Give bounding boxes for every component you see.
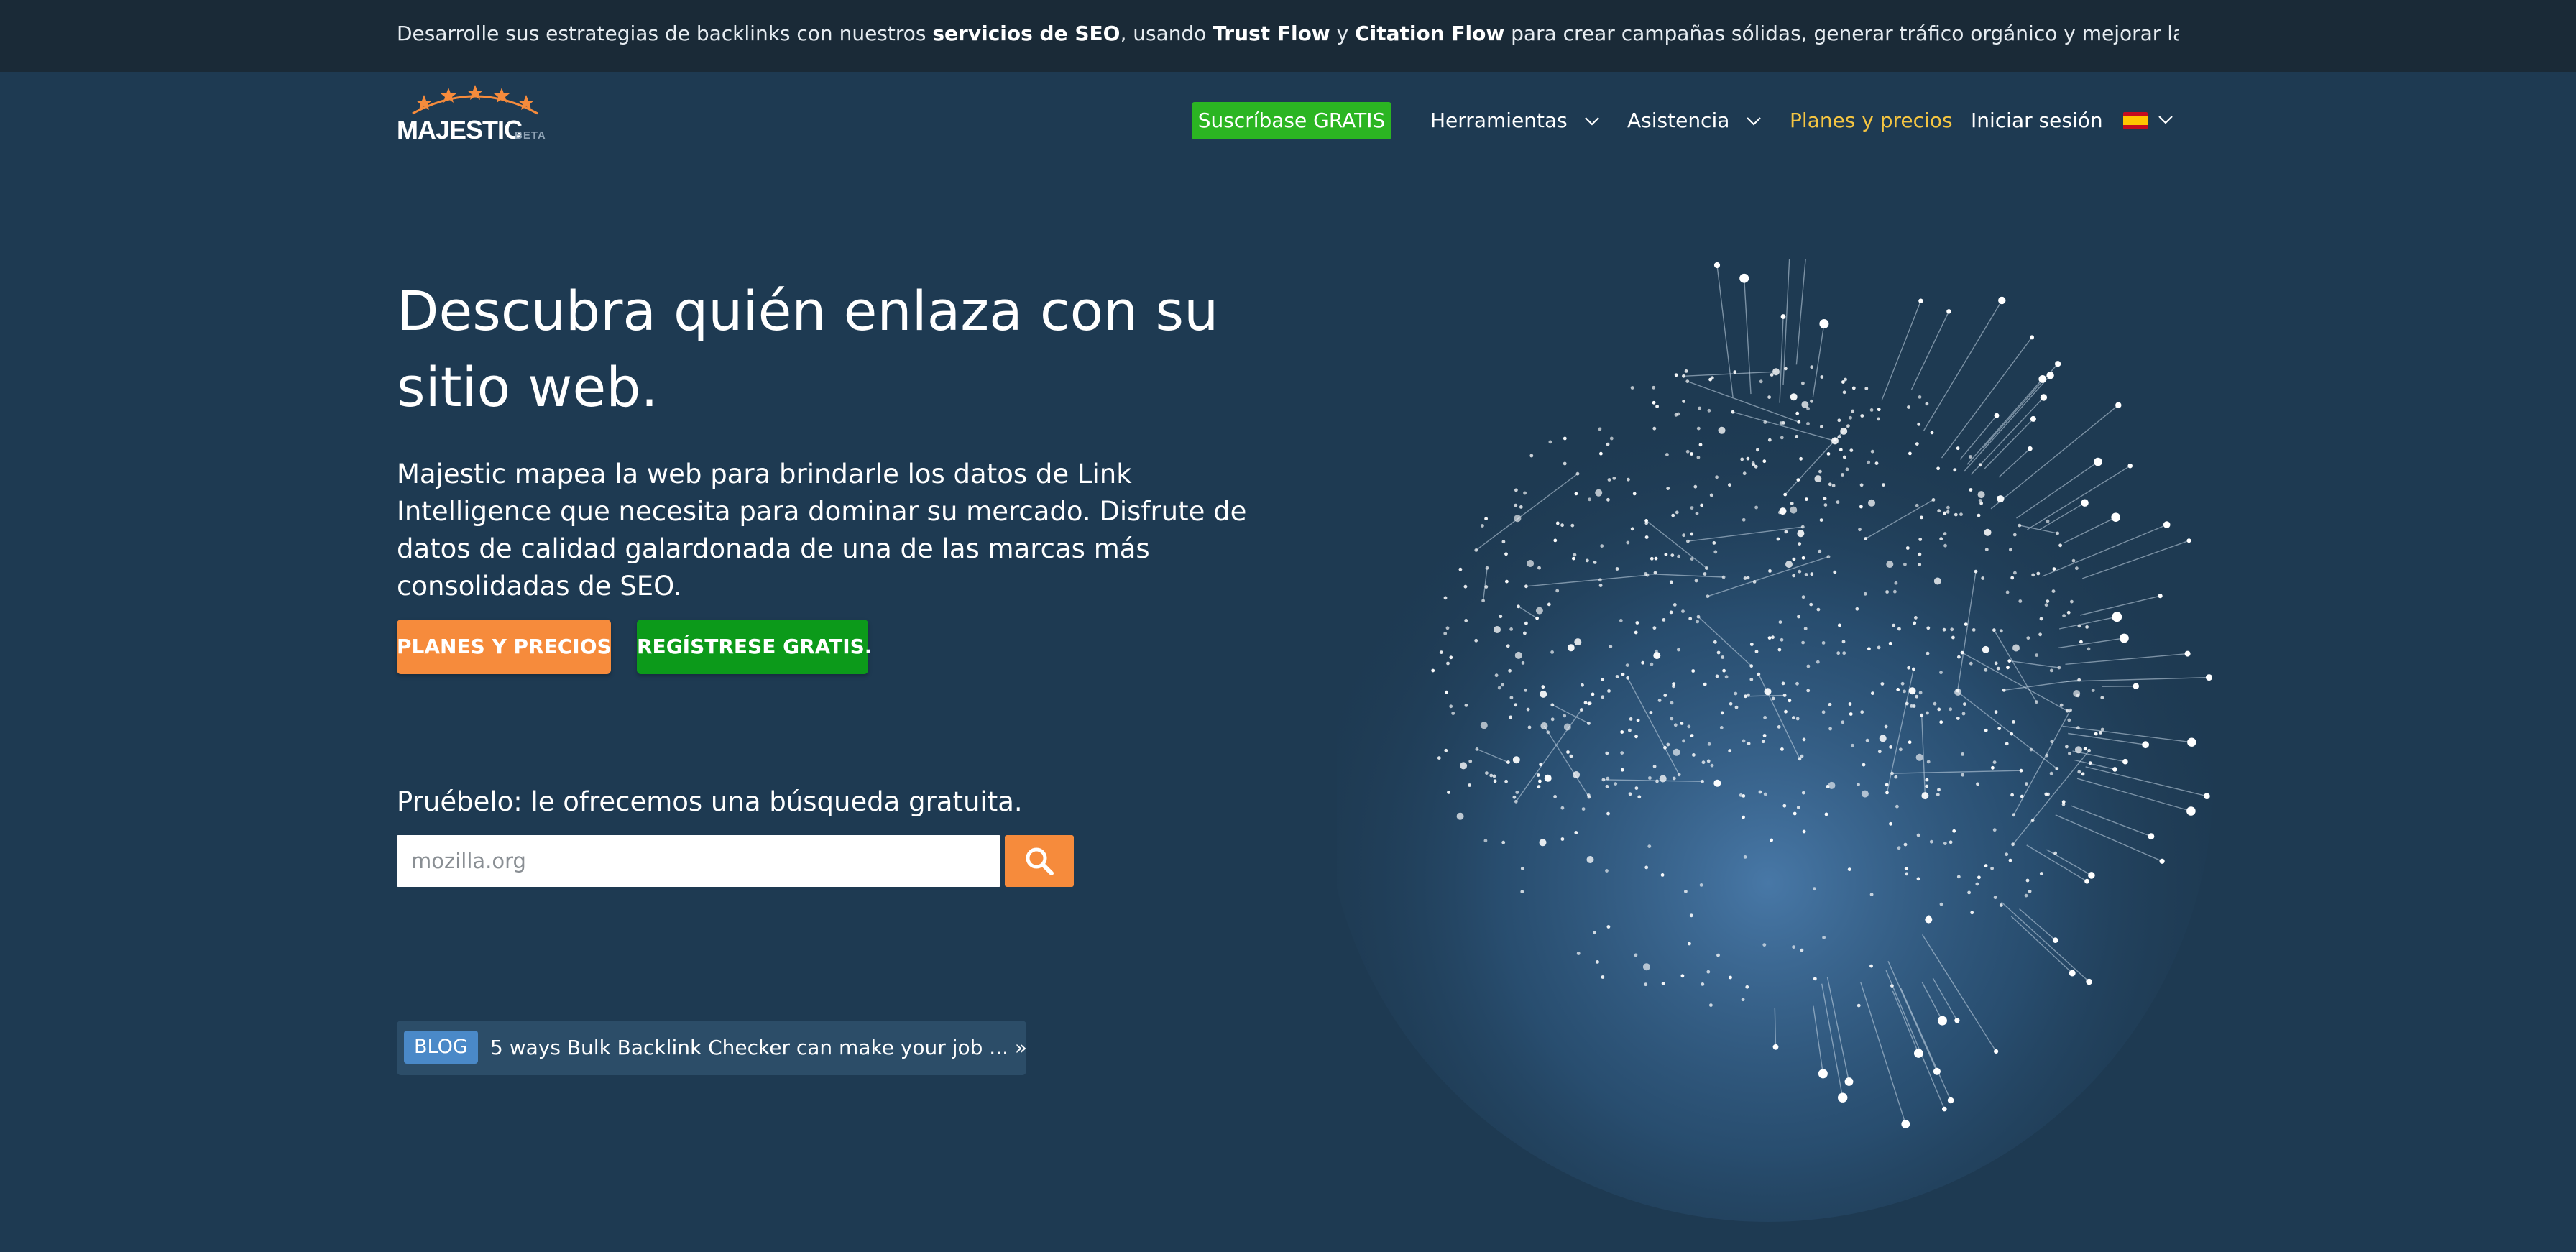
nav-tools-label: Herramientas — [1430, 109, 1568, 132]
chevron-down-icon — [2158, 116, 2173, 124]
nav-login-link[interactable]: Iniciar sesión — [1971, 102, 2103, 139]
plans-prices-button[interactable]: PLANES Y PRECIOS — [397, 620, 612, 674]
register-free-button[interactable]: REGÍSTRESE GRATIS. — [637, 620, 872, 674]
nav-help-label: Asistencia — [1627, 109, 1730, 132]
banner-citation-flow: Citation Flow — [1355, 22, 1505, 45]
banner-text: Desarrolle sus estrategias de backlinks … — [397, 22, 2179, 45]
hero-title: Descubra quién enlaza con su sitio web. — [397, 279, 1219, 419]
search-button[interactable] — [1005, 835, 1074, 887]
blog-teaser[interactable]: BLOG 5 ways Bulk Backlink Checker can ma… — [397, 1021, 1027, 1075]
search-input[interactable] — [397, 835, 1000, 887]
search-icon — [1026, 847, 1054, 875]
nav-tools-menu[interactable]: Herramientas — [1430, 102, 1600, 139]
blog-headline-link[interactable]: 5 ways Bulk Backlink Checker can make yo… — [490, 1021, 1027, 1075]
subscribe-free-button[interactable]: Suscríbase GRATIS — [1192, 102, 1392, 139]
globe-network-illustration — [1337, 259, 2214, 1222]
hero-description: Majestic mapea la web para brindarle los… — [397, 459, 1247, 602]
blog-badge: BLOG — [404, 1031, 478, 1064]
banner-trust-flow: Trust Flow — [1213, 22, 1330, 45]
language-selector[interactable] — [2123, 102, 2178, 139]
nav-plans-link[interactable]: Planes y precios — [1790, 102, 1953, 139]
chevron-down-icon — [1584, 117, 1599, 126]
spain-flag-icon — [2123, 112, 2148, 129]
top-banner: Desarrolle sus estrategias de backlinks … — [0, 0, 2576, 72]
nav-help-menu[interactable]: Asistencia — [1627, 102, 1762, 139]
main-nav: Suscríbase GRATIS Herramientas Asistenci… — [0, 102, 2576, 139]
banner-link-seo-services[interactable]: servicios de SEO — [932, 22, 1120, 45]
chevron-down-icon — [1747, 117, 1762, 126]
search-label: Pruébelo: le ofrecemos una búsqueda grat… — [397, 786, 1023, 817]
